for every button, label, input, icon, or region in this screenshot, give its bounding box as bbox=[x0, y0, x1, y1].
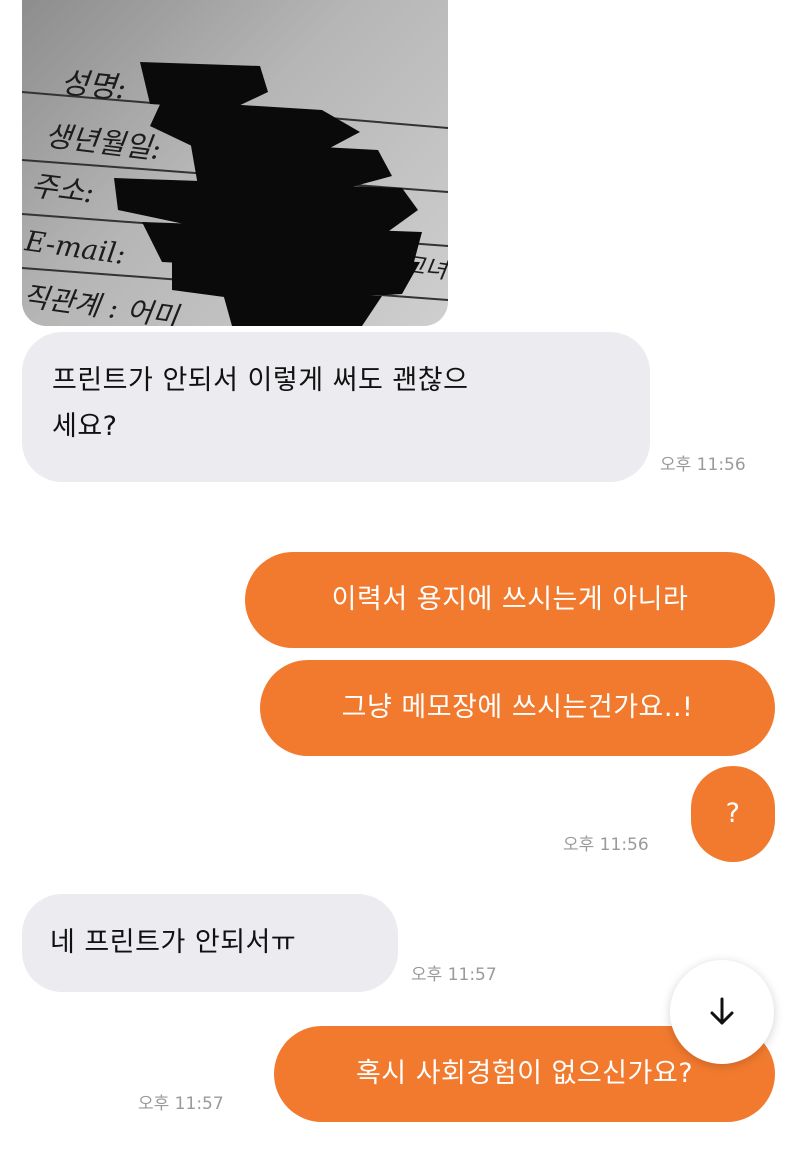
arrow-down-icon bbox=[710, 997, 734, 1025]
message-text-line: 프린트가 안되서 이렇게 써도 괜찮으 bbox=[52, 365, 469, 396]
handwritten-name-label: 성명: bbox=[59, 65, 128, 107]
message-timestamp: 오후 11:57 bbox=[411, 965, 497, 985]
message-text: 네 프린트가 안되서ㅠ bbox=[50, 927, 297, 958]
message-timestamp: 오후 11:57 bbox=[138, 1094, 224, 1114]
message-text: ? bbox=[725, 798, 741, 829]
outgoing-message-bubble[interactable]: 그냥 메모장에 쓰시는건가요..! bbox=[260, 660, 775, 756]
outgoing-message-bubble[interactable]: 이력서 용지에 쓰시는게 아니라 bbox=[245, 552, 775, 648]
message-text: 그냥 메모장에 쓰시는건가요..! bbox=[341, 692, 694, 723]
redaction-scribble bbox=[114, 62, 422, 326]
incoming-message-bubble[interactable]: 프린트가 안되서 이렇게 써도 괜찮으 세요? bbox=[22, 332, 650, 482]
message-timestamp: 오후 11:56 bbox=[563, 835, 649, 855]
outgoing-message-bubble[interactable]: ? bbox=[691, 766, 775, 862]
message-text: 혹시 사회경험이 없으신가요? bbox=[355, 1058, 694, 1089]
scroll-to-bottom-button[interactable] bbox=[670, 960, 774, 1064]
handwritten-email-label: E-mail: bbox=[22, 224, 128, 271]
form-photo-drawing: 성명: 생년월일: 주소: E-mail: 직관계 : 어미 그녀 bbox=[22, 62, 448, 326]
message-text-line: 세요? bbox=[52, 411, 118, 442]
handwritten-address-label: 주소: bbox=[29, 168, 96, 209]
handwritten-relation-label: 직관계 : 어미 bbox=[22, 279, 182, 326]
attached-photo[interactable]: 성명: 생년월일: 주소: E-mail: 직관계 : 어미 그녀 bbox=[22, 0, 448, 326]
incoming-message-bubble[interactable]: 네 프린트가 안되서ㅠ bbox=[22, 894, 398, 992]
message-text: 이력서 용지에 쓰시는게 아니라 bbox=[331, 584, 689, 615]
message-timestamp: 오후 11:56 bbox=[660, 455, 746, 475]
handwritten-birthdate-label: 생년월일: bbox=[43, 118, 163, 166]
